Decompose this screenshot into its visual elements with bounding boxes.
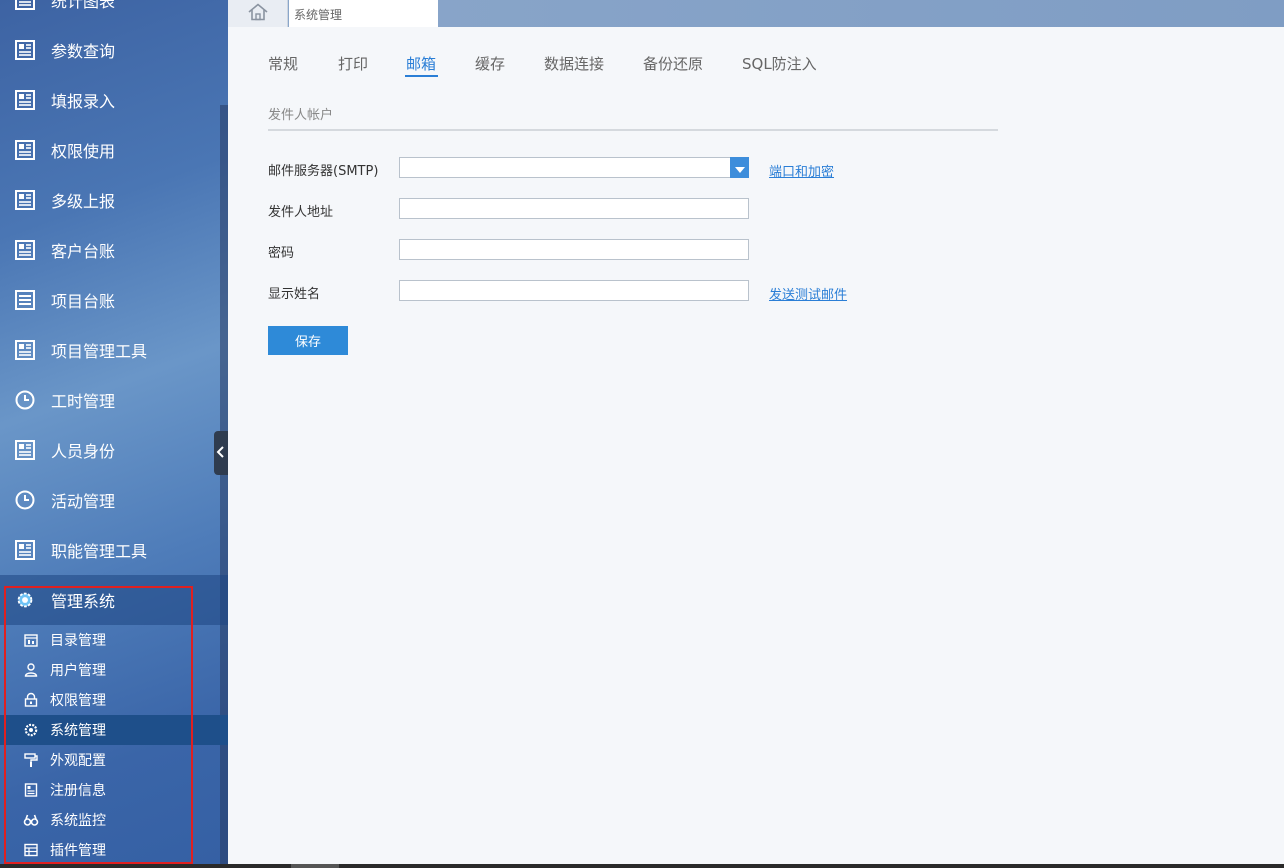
gear-icon (23, 722, 39, 738)
sidebar-item-label: 活动管理 (51, 492, 116, 511)
save-button[interactable]: 保存 (268, 326, 348, 355)
sidebar-item-label: 参数查询 (51, 42, 116, 61)
document-icon (23, 782, 39, 798)
tab-print[interactable]: 打印 (338, 53, 368, 74)
password-input[interactable] (399, 239, 749, 260)
sidebar: 统计图表 参数查询 填报录入 权限使用 多级上报 客户台账 项目台账 项目管理工… (0, 0, 228, 864)
password-label: 密码 (268, 246, 295, 261)
display-name-input[interactable] (399, 280, 749, 301)
tab-mailbox[interactable]: 邮箱 (406, 53, 436, 74)
sidebar-item-function-tools[interactable]: 职能管理工具 (0, 525, 228, 575)
subitem-directory-management[interactable]: 目录管理 (0, 625, 228, 655)
subitem-label: 插件管理 (50, 843, 106, 859)
chevron-down-icon (734, 158, 745, 177)
tab-data-connection[interactable]: 数据连接 (544, 53, 604, 74)
report-icon (14, 139, 36, 161)
report-icon (14, 539, 36, 561)
subitem-label: 外观配置 (50, 753, 106, 769)
sidebar-item-data-entry[interactable]: 填报录入 (0, 75, 228, 125)
sidebar-item-label: 客户台账 (51, 242, 116, 261)
tab-backup-restore[interactable]: 备份还原 (643, 53, 703, 74)
send-test-email-link[interactable]: 发送测试邮件 (769, 284, 847, 303)
active-tab-indicator (405, 75, 438, 77)
sidebar-item-param-query[interactable]: 参数查询 (0, 25, 228, 75)
display-name-label: 显示姓名 (268, 287, 321, 302)
sidebar-item-label: 职能管理工具 (51, 542, 148, 561)
sidebar-item-label: 项目管理工具 (51, 342, 148, 361)
sidebar-item-project-ledger[interactable]: 项目台账 (0, 275, 228, 325)
subitem-system-management[interactable]: 系统管理 (0, 715, 228, 745)
report-icon (14, 189, 36, 211)
sidebar-item-label: 多级上报 (51, 192, 116, 211)
subitem-label: 权限管理 (50, 693, 106, 709)
binoculars-icon (23, 812, 39, 828)
smtp-server-select[interactable] (399, 157, 749, 178)
port-encryption-link[interactable]: 端口和加密 (769, 161, 834, 180)
tab-cache[interactable]: 缓存 (475, 53, 505, 74)
home-tab[interactable] (228, 0, 288, 27)
subitem-label: 目录管理 (50, 633, 106, 649)
subitem-label: 系统管理 (50, 723, 106, 739)
clock-icon (14, 389, 36, 411)
subitem-user-management[interactable]: 用户管理 (0, 655, 228, 685)
subitem-system-monitor[interactable]: 系统监控 (0, 805, 228, 835)
sidebar-item-customer-ledger[interactable]: 客户台账 (0, 225, 228, 275)
sidebar-item-label: 项目台账 (51, 292, 116, 311)
report-icon (14, 339, 36, 361)
directory-icon (23, 632, 39, 648)
report-icon (14, 439, 36, 461)
sidebar-item-timesheet[interactable]: 工时管理 (0, 375, 228, 425)
list-icon (14, 289, 36, 311)
page-tab-system-management[interactable]: 系统管理 (289, 0, 438, 27)
sender-address-label: 发件人地址 (268, 205, 334, 220)
report-icon (14, 89, 36, 111)
sidebar-item-label: 管理系统 (51, 592, 116, 611)
sidebar-item-personnel[interactable]: 人员身份 (0, 425, 228, 475)
top-tab-bar: 系统管理 (228, 0, 1284, 27)
home-icon (247, 2, 269, 25)
subitem-plugin-management[interactable]: 插件管理 (0, 835, 228, 864)
clock-icon (14, 489, 36, 511)
smtp-dropdown-button[interactable] (730, 157, 749, 178)
sidebar-item-project-tools[interactable]: 项目管理工具 (0, 325, 228, 375)
subitem-permission-management[interactable]: 权限管理 (0, 685, 228, 715)
sender-address-input[interactable] (399, 198, 749, 219)
report-icon (14, 239, 36, 261)
sidebar-item-label: 工时管理 (51, 392, 116, 411)
sidebar-item-multilevel-report[interactable]: 多级上报 (0, 175, 228, 225)
horizontal-scrollbar[interactable] (0, 864, 1284, 868)
sidebar-item-label: 统计图表 (51, 0, 116, 11)
sidebar-item-activity[interactable]: 活动管理 (0, 475, 228, 525)
subitem-appearance-config[interactable]: 外观配置 (0, 745, 228, 775)
section-divider (268, 129, 998, 131)
page-tab-label: 系统管理 (294, 8, 343, 22)
sidebar-item-management-system[interactable]: 管理系统 (0, 575, 228, 625)
subitem-label: 系统监控 (50, 813, 106, 829)
sidebar-item-permission-usage[interactable]: 权限使用 (0, 125, 228, 175)
sidebar-item-label: 权限使用 (51, 142, 116, 161)
chevron-left-icon (216, 444, 226, 463)
report-icon (14, 0, 36, 11)
smtp-label: 邮件服务器(SMTP) (268, 164, 379, 179)
scrollbar-thumb[interactable] (291, 864, 339, 868)
section-title: 发件人帐户 (268, 108, 334, 123)
sidebar-collapse-button[interactable] (214, 431, 228, 475)
paint-roller-icon (23, 752, 39, 768)
table-icon (23, 842, 39, 858)
sidebar-item-label: 人员身份 (51, 442, 116, 461)
sidebar-item-charts[interactable]: 统计图表 (0, 0, 228, 25)
sidebar-item-label: 填报录入 (51, 92, 116, 111)
tab-general[interactable]: 常规 (268, 53, 298, 74)
subitem-registration-info[interactable]: 注册信息 (0, 775, 228, 805)
report-icon (14, 39, 36, 61)
subitem-label: 注册信息 (50, 783, 106, 799)
user-icon (23, 662, 39, 678)
subitem-label: 用户管理 (50, 663, 106, 679)
main-content: 常规 打印 邮箱 缓存 数据连接 备份还原 SQL防注入 发件人帐户 邮件服务器… (228, 27, 1284, 864)
lock-icon (23, 692, 39, 708)
tab-sql-injection[interactable]: SQL防注入 (742, 53, 817, 74)
gear-icon (14, 589, 36, 611)
